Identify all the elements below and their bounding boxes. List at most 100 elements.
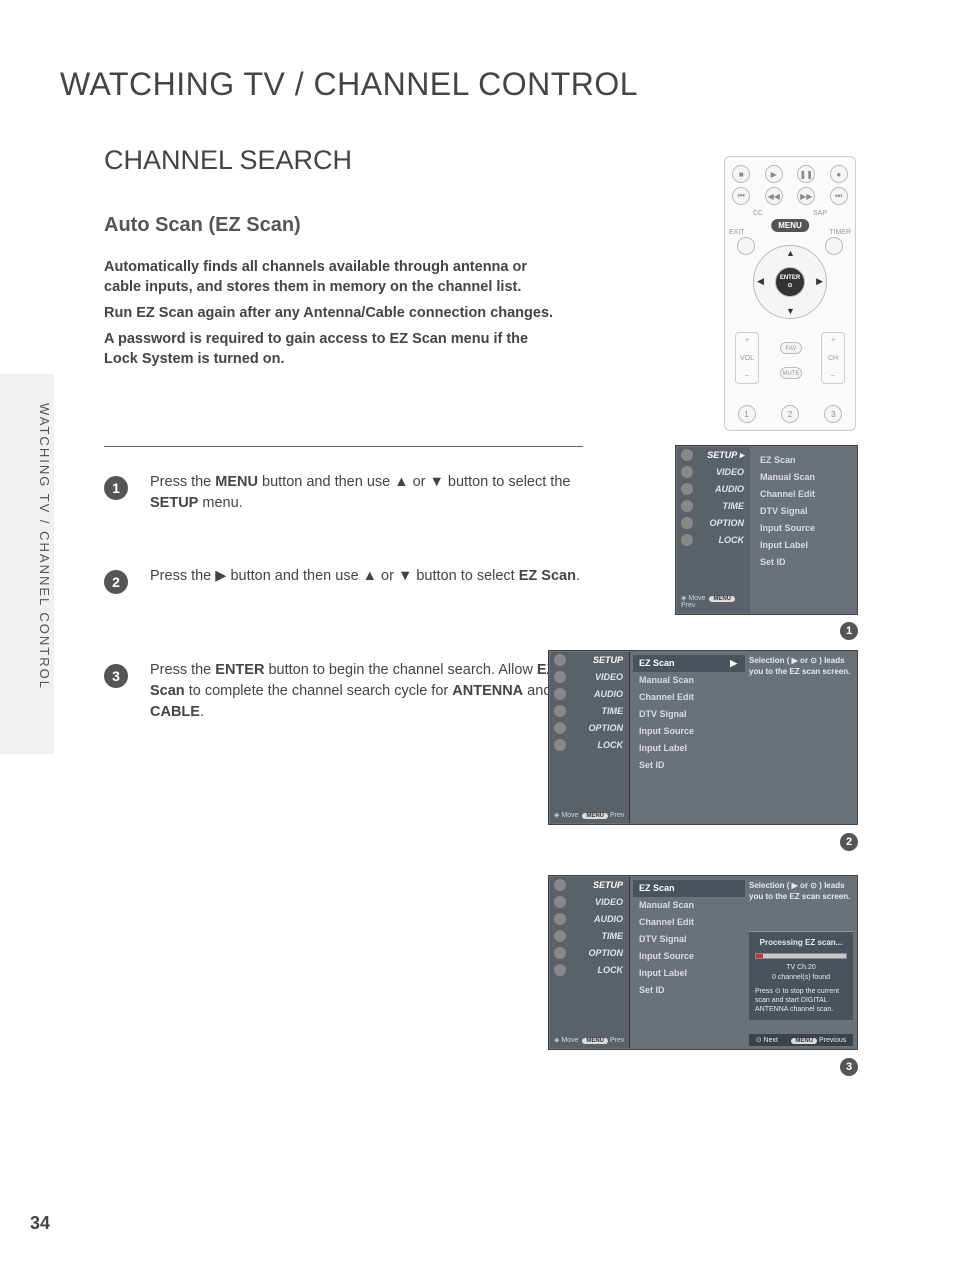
txt: . [576, 568, 580, 584]
ch-label: CH [828, 355, 838, 362]
osd-list: EZ Scan Manual Scan Channel Edit DTV Sig… [754, 452, 854, 571]
txt: button and then use ▲ or ▼ button to sel… [258, 474, 570, 490]
lbl: SETUP [593, 655, 623, 665]
txt-bold: ENTER [215, 662, 264, 678]
step-1-badge: 1 [104, 476, 128, 500]
step-1: 1 Press the MENU button and then use ▲ o… [104, 472, 584, 514]
video-icon [681, 466, 693, 478]
lbl: LOCK [598, 965, 624, 975]
side-lock: LOCK [550, 962, 629, 979]
timer-label: TIMER [829, 229, 851, 236]
txt-bold: MENU [215, 474, 258, 490]
lock-icon [554, 964, 566, 976]
side-video: VIDEO [550, 669, 629, 686]
lbl: VIDEO [595, 897, 623, 907]
side-audio: AUDIO [677, 481, 750, 498]
osd-list: EZ Scan▶ Manual Scan Channel Edit DTV Si… [633, 655, 745, 774]
lbl: OPTION [588, 948, 623, 958]
enter-button: ENTER ⊙ [775, 267, 805, 297]
option-icon [554, 947, 566, 959]
lbl: TIME [723, 501, 745, 511]
plus-icon: + [831, 337, 835, 344]
side-lock: LOCK [677, 532, 750, 549]
ch-rocker: + CH – [821, 332, 845, 384]
step-3-badge: 3 [104, 664, 128, 688]
lbl: SETUP [707, 450, 737, 460]
lbl: AUDIO [715, 484, 744, 494]
list-ezscan: EZ Scan [633, 880, 745, 897]
lbl: LOCK [719, 535, 745, 545]
audio-icon [554, 688, 566, 700]
scan-channel: TV Ch.20 [755, 963, 847, 973]
setup-icon [554, 879, 566, 891]
list-input: Input Source [633, 948, 745, 965]
list-chedit: Channel Edit [633, 689, 745, 706]
dpad: ▲ ▼ ◀ ▶ ENTER ⊙ [753, 245, 827, 319]
record-icon: ● [830, 165, 848, 183]
txt-bold: CABLE [150, 704, 200, 720]
lbl: OPTION [588, 723, 623, 733]
sap-label: SAP [813, 210, 827, 217]
page-title: WATCHING TV / CHANNEL CONTROL [60, 66, 638, 103]
menu-pill: MENU [582, 813, 608, 819]
lbl: Prev [610, 812, 624, 819]
osd-panel-2: SETUP VIDEO AUDIO TIME OPTION LOCK ◈ Mov… [548, 650, 858, 825]
lbl: Move [688, 595, 705, 602]
list-ezscan: EZ Scan [754, 452, 854, 469]
osd-footer: ◈ Move MENU Prev [681, 594, 750, 609]
menu-pill: MENU [709, 596, 735, 602]
list-chedit: Channel Edit [754, 486, 854, 503]
lbl: VIDEO [595, 672, 623, 682]
step-3: 3 Press the ENTER button to begin the ch… [104, 660, 584, 723]
list-input: Input Source [633, 723, 745, 740]
txt: button to begin the channel search. Allo… [264, 662, 536, 678]
lbl: TIME [602, 706, 624, 716]
list-dtv: DTV Signal [633, 706, 745, 723]
remote-row-1: ■ ▶ ❚❚ ● [725, 165, 855, 183]
intro-p1: Automatically finds all channels availab… [104, 257, 556, 297]
option-icon [554, 722, 566, 734]
lbl: Move [561, 812, 578, 819]
txt: Press the ▶ button and then use ▲ or ▼ b… [150, 568, 519, 584]
timer-button [825, 237, 843, 255]
side-time: TIME [550, 928, 629, 945]
lbl: Previous [819, 1037, 846, 1044]
intro-p3: A password is required to gain access to… [104, 329, 556, 369]
lbl: LOCK [598, 740, 624, 750]
remote-row-2: ⏮ ◀◀ ▶▶ ⏭ [725, 187, 855, 205]
side-option: OPTION [550, 720, 629, 737]
lbl: Move [561, 1037, 578, 1044]
panel-badge-1: 1 [840, 622, 858, 640]
fav-button: FAV [780, 342, 802, 354]
list-ezscan: EZ Scan▶ [633, 655, 745, 672]
step-2-text: Press the ▶ button and then use ▲ or ▼ b… [150, 566, 584, 587]
minus-icon: – [831, 372, 835, 379]
scan-title: Processing EZ scan... [755, 938, 847, 947]
txt: Press the [150, 474, 215, 490]
osd-footer: ◈ Move MENU Prev [554, 811, 624, 819]
list-setid: Set ID [754, 554, 854, 571]
exit-label: EXIT [729, 229, 745, 236]
stop-icon: ■ [732, 165, 750, 183]
txt-bold: ANTENNA [452, 683, 523, 699]
num-1-button: 1 [738, 405, 756, 423]
step-2: 2 Press the ▶ button and then use ▲ or ▼… [104, 566, 584, 587]
scan-footer: ⊙ Next MENU Previous [749, 1034, 853, 1046]
side-tab-text: WATCHING TV / CHANNEL CONTROL [37, 403, 52, 690]
next-track-icon: ⏭ [830, 187, 848, 205]
lock-icon [554, 739, 566, 751]
panel-badge-2: 2 [840, 833, 858, 851]
progress-bar [755, 953, 847, 959]
osd-sidebar: SETUP ▸ VIDEO AUDIO TIME OPTION LOCK ◈ M… [677, 447, 750, 613]
left-arrow-icon: ◀ [757, 276, 764, 287]
minus-icon: – [745, 372, 749, 379]
lbl: AUDIO [594, 689, 623, 699]
list-label: Input Label [754, 537, 854, 554]
side-video: VIDEO [550, 894, 629, 911]
scan-found: 0 channel(s) found [755, 973, 847, 983]
right-arrow-icon: ▶ [730, 655, 737, 672]
menu-pill: MENU [791, 1038, 817, 1044]
list-setid: Set ID [633, 757, 745, 774]
lbl: SETUP [593, 880, 623, 890]
side-option: OPTION [677, 515, 750, 532]
